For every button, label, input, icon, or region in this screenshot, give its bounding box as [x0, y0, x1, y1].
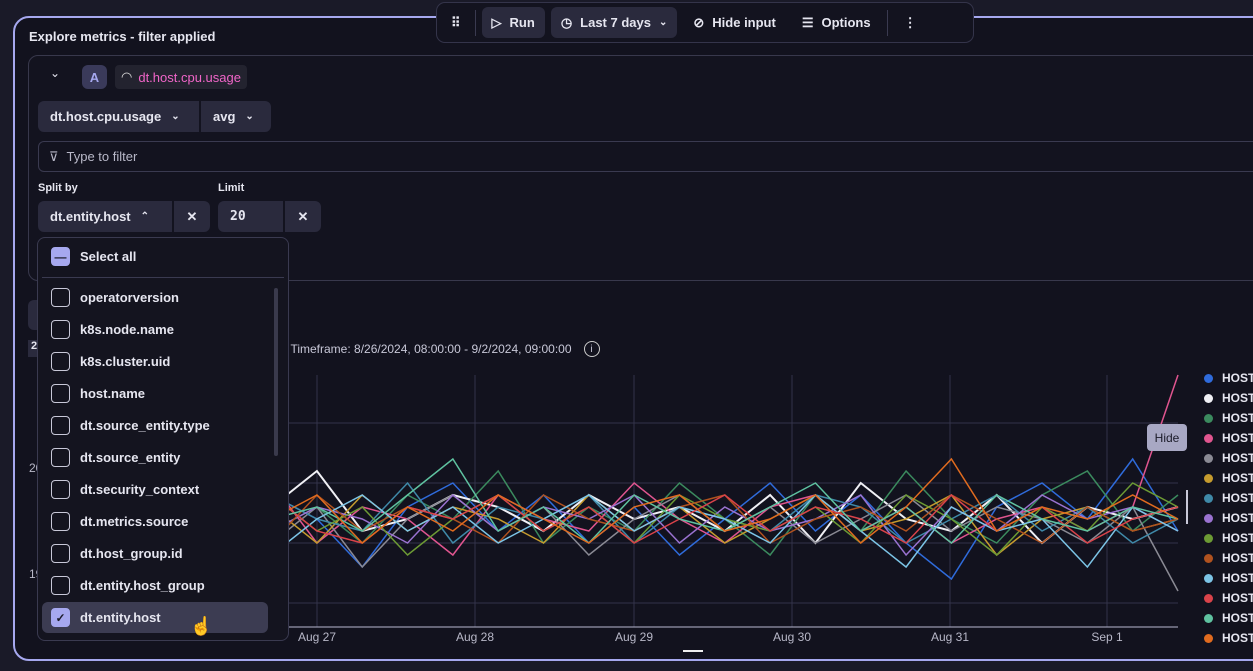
legend-label: HOST — [1222, 491, 1253, 505]
legend-swatch — [1204, 493, 1213, 503]
x-tick: Aug 30 — [772, 630, 812, 644]
legend-item[interactable]: HOST — [1204, 568, 1253, 588]
legend-label: HOST — [1222, 411, 1253, 425]
option-label: dt.source_entity — [80, 450, 181, 465]
split-by-dropdown: — Select all operatorversion k8s.node.name… — [37, 237, 289, 641]
legend-swatch — [1204, 613, 1213, 623]
dropdown-scrollbar[interactable] — [274, 288, 278, 456]
legend-label: HOST — [1222, 591, 1253, 605]
checkbox[interactable] — [51, 320, 70, 339]
split-option[interactable]: dt.source_entity — [42, 442, 268, 473]
legend-item[interactable]: HOST — [1204, 628, 1253, 648]
select-all-label: Select all — [80, 249, 137, 264]
option-label: dt.entity.host — [80, 610, 161, 625]
split-option[interactable]: dt.source_entity.type — [42, 410, 268, 441]
legend-item[interactable]: HOST — [1204, 408, 1253, 428]
option-label: dt.metrics.source — [80, 514, 189, 529]
option-label: k8s.cluster.uid — [80, 354, 171, 369]
legend-label: HOST — [1222, 611, 1253, 625]
checkbox[interactable] — [51, 576, 70, 595]
legend-label: HOST — [1222, 551, 1253, 565]
legend-label: HOST — [1222, 471, 1253, 485]
legend-swatch — [1204, 433, 1213, 443]
x-tick: Aug 27 — [297, 630, 337, 644]
legend-swatch — [1204, 393, 1213, 403]
legend-item[interactable]: HOST — [1204, 468, 1253, 488]
legend-item[interactable]: HOST — [1204, 608, 1253, 628]
legend-swatch — [1204, 553, 1213, 563]
indeterminate-checkbox[interactable]: — — [51, 247, 70, 266]
legend-item[interactable]: HOST — [1204, 448, 1253, 468]
legend-label: HOST — [1222, 451, 1253, 465]
legend-swatch — [1204, 513, 1213, 523]
legend-item[interactable]: HOST — [1204, 588, 1253, 608]
divider — [42, 277, 284, 278]
legend-label: HOST — [1222, 511, 1253, 525]
legend-label: HOST — [1222, 371, 1253, 385]
option-label: dt.entity.host_group — [80, 578, 205, 593]
legend-swatch — [1204, 533, 1213, 543]
split-option[interactable]: k8s.cluster.uid — [42, 346, 268, 377]
legend-swatch — [1204, 453, 1213, 463]
option-label: operatorversion — [80, 290, 179, 305]
legend-swatch — [1204, 413, 1213, 423]
legend-label: HOST — [1222, 631, 1253, 645]
option-label: dt.source_entity.type — [80, 418, 210, 433]
x-tick: Aug 28 — [455, 630, 495, 644]
split-option[interactable]: k8s.node.name — [42, 314, 268, 345]
checkbox[interactable] — [51, 384, 70, 403]
x-tick: Aug 31 — [930, 630, 970, 644]
legend-label: HOST — [1222, 571, 1253, 585]
legend-label: HOST — [1222, 431, 1253, 445]
split-option[interactable]: host.name — [42, 378, 268, 409]
legend-swatch — [1204, 633, 1213, 643]
legend-label: HOST — [1222, 391, 1253, 405]
x-tick: Aug 29 — [614, 630, 654, 644]
checkbox[interactable] — [51, 416, 70, 435]
legend-item[interactable]: HOST — [1204, 368, 1253, 388]
legend-item[interactable]: HOST — [1204, 388, 1253, 408]
section-resize-handle[interactable] — [683, 650, 703, 652]
split-option[interactable]: operatorversion — [42, 282, 268, 313]
legend-label: HOST — [1222, 531, 1253, 545]
split-option[interactable]: dt.metrics.source — [42, 506, 268, 537]
option-label: dt.host_group.id — [80, 546, 183, 561]
checkbox[interactable] — [51, 288, 70, 307]
option-label: k8s.node.name — [80, 322, 174, 337]
legend-item[interactable]: HOST — [1204, 428, 1253, 448]
legend-resize-handle[interactable] — [1186, 490, 1188, 524]
split-option[interactable]: ✓ dt.entity.host — [42, 602, 268, 633]
option-label: dt.security_context — [80, 482, 200, 497]
legend-item[interactable]: HOST — [1204, 528, 1253, 548]
option-label: host.name — [80, 386, 146, 401]
pointer-cursor-icon: ☝ — [190, 616, 213, 636]
split-option[interactable]: dt.security_context — [42, 474, 268, 505]
x-tick: Sep 1 — [1091, 630, 1123, 644]
split-option[interactable]: dt.entity.host_group — [42, 570, 268, 601]
legend-swatch — [1204, 373, 1213, 383]
chart-legend: HOST HOST HOST HOST HOST HOST HOST HOST HOST HOST… — [1204, 368, 1253, 648]
legend-swatch — [1204, 573, 1213, 583]
legend-item[interactable]: HOST — [1204, 548, 1253, 568]
legend-item[interactable]: HOST — [1204, 508, 1253, 528]
checkbox[interactable] — [51, 480, 70, 499]
legend-item[interactable]: HOST — [1204, 488, 1253, 508]
legend-swatch — [1204, 593, 1213, 603]
checkbox[interactable] — [51, 352, 70, 371]
split-option[interactable]: dt.host_group.id — [42, 538, 268, 569]
checkbox[interactable] — [51, 448, 70, 467]
checkbox[interactable] — [51, 544, 70, 563]
checkbox[interactable] — [51, 512, 70, 531]
select-all-option[interactable]: — Select all — [42, 241, 268, 272]
legend-swatch — [1204, 473, 1213, 483]
hide-tooltip[interactable]: Hide — [1147, 424, 1187, 451]
checkbox[interactable]: ✓ — [51, 608, 70, 627]
